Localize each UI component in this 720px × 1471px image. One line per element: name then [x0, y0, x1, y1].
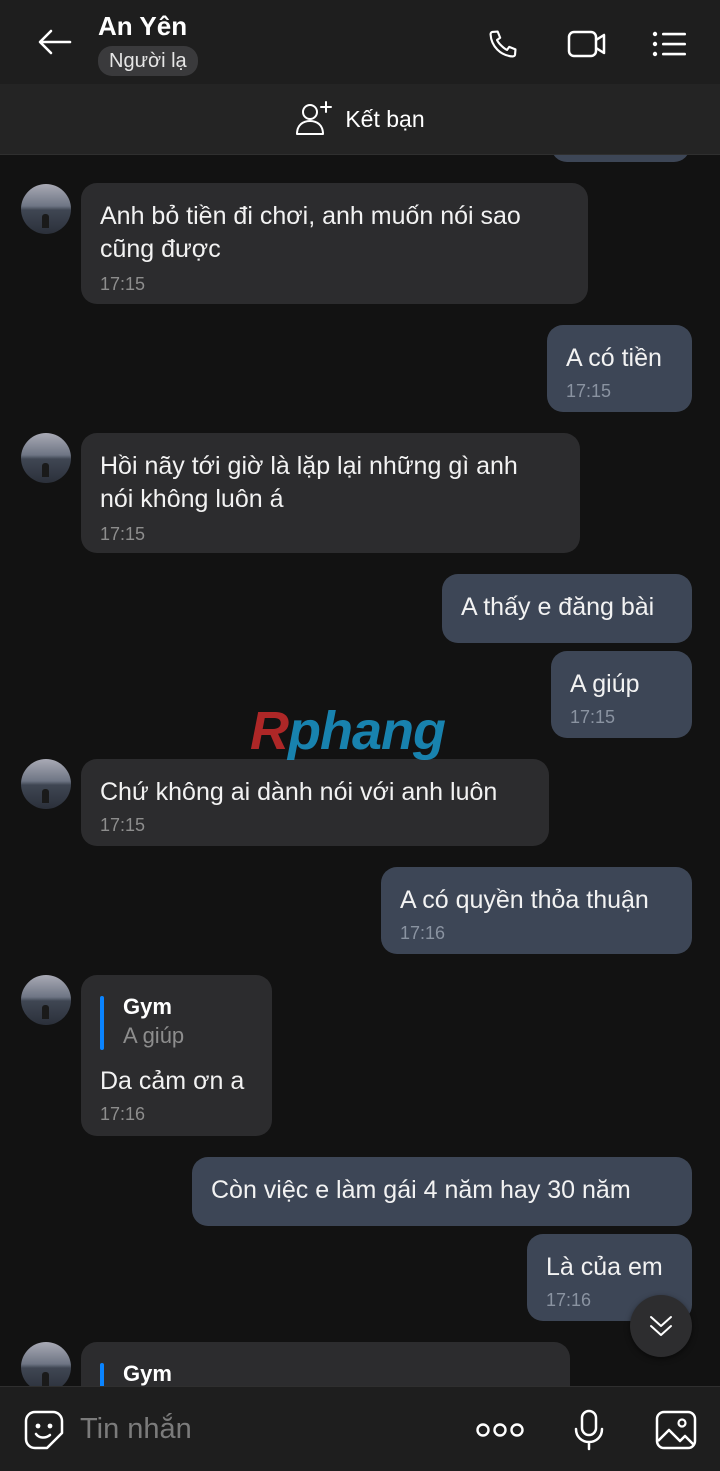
message-bubble-sent[interactable]: A thấy e đăng bài [442, 574, 692, 643]
message-time: 17:15 [100, 274, 146, 294]
gallery-button[interactable] [653, 1407, 699, 1453]
message-text: Anh bỏ tiền đi chơi, anh muốn nói sao cũ… [100, 202, 521, 263]
quote-author: Gym [123, 994, 172, 1019]
message-bubble-sent[interactable]: A giúp 17:15 [551, 651, 692, 738]
message-text: A thấy e đăng bài [461, 593, 655, 621]
add-friend-label: Kết bạn [345, 105, 425, 132]
message-time: 17:15 [566, 381, 612, 401]
microphone-icon [574, 1409, 604, 1451]
more-dots-icon [476, 1423, 524, 1437]
message-list[interactable]: Anh bỏ tiền đi chơi, anh muốn nói sao cũ… [0, 155, 720, 1386]
message-time: 17:15 [100, 524, 146, 544]
scroll-to-bottom-button[interactable] [630, 1295, 692, 1357]
reply-quote[interactable]: Gym A giúp [100, 993, 253, 1051]
add-friend-bar[interactable]: Kết bạn [0, 84, 720, 155]
message-bubble-received[interactable]: Gym A giúp Da cảm ơn a 17:16 [81, 975, 272, 1136]
message-bubble-received[interactable]: Anh bỏ tiền đi chơi, anh muốn nói sao cũ… [81, 183, 588, 304]
arrow-left-icon [38, 29, 72, 55]
watermark-r: R [250, 701, 289, 761]
message-text: Là của em [546, 1253, 663, 1281]
message-bubble-sent[interactable]: A có tiền 17:15 [547, 325, 692, 412]
message-time: 17:15 [100, 815, 146, 835]
message-composer [0, 1386, 720, 1471]
message-text: A có quyền thỏa thuận [400, 886, 649, 914]
phone-icon [489, 30, 517, 58]
reply-quote[interactable]: Gym [100, 1360, 551, 1386]
message-bubble-received[interactable]: Gym [81, 1342, 570, 1386]
message-text: Chứ không ai dành nói với anh luôn [100, 778, 498, 806]
message-bubble-sent[interactable] [551, 155, 690, 162]
avatar[interactable] [21, 975, 71, 1025]
contact-name: An Yên [98, 11, 188, 41]
avatar[interactable] [21, 1342, 71, 1386]
message-time: 17:15 [570, 707, 616, 727]
message-bubble-sent[interactable]: A có quyền thỏa thuận 17:16 [381, 867, 692, 954]
video-camera-icon [567, 30, 606, 58]
video-call-button[interactable] [565, 22, 609, 66]
double-chevron-down-icon [650, 1316, 672, 1336]
add-user-icon [296, 101, 333, 135]
call-button[interactable] [481, 22, 525, 66]
options-menu-button[interactable] [648, 22, 692, 66]
watermark-rest: phang [288, 701, 446, 761]
list-menu-icon [652, 31, 686, 57]
more-options-button[interactable] [476, 1407, 524, 1453]
stranger-badge: Người lạ [98, 46, 198, 76]
message-bubble-received[interactable]: Hồi nãy tới giờ là lặp lại những gì anh … [81, 433, 580, 553]
sticker-button[interactable] [21, 1407, 67, 1453]
message-text: Hồi nãy tới giờ là lặp lại những gì anh … [100, 452, 518, 513]
message-text: Còn việc e làm gái 4 năm hay 30 năm [211, 1176, 631, 1204]
message-bubble-sent[interactable]: Còn việc e làm gái 4 năm hay 30 năm [192, 1157, 692, 1226]
chat-header: An Yên Người lạ [0, 0, 720, 84]
message-bubble-received[interactable]: Chứ không ai dành nói với anh luôn 17:15 [81, 759, 549, 846]
sticker-emoji-icon [24, 1410, 64, 1450]
message-time: 17:16 [100, 1104, 146, 1124]
avatar[interactable] [21, 184, 71, 234]
quote-author: Gym [123, 1361, 172, 1386]
message-text: A có tiền [566, 344, 662, 372]
contact-info[interactable]: An Yên Người lạ [98, 10, 198, 76]
avatar[interactable] [21, 759, 71, 809]
watermark-logo: Rphang [250, 700, 446, 762]
image-gallery-icon [655, 1410, 697, 1450]
message-text: A giúp [570, 670, 640, 698]
voice-record-button[interactable] [566, 1407, 612, 1453]
message-text: Da cảm ơn a [100, 1067, 245, 1095]
avatar[interactable] [21, 433, 71, 483]
message-input[interactable] [80, 1409, 430, 1449]
back-button[interactable] [30, 20, 80, 64]
message-time: 17:16 [400, 923, 446, 943]
quote-text: A giúp [123, 1023, 185, 1048]
